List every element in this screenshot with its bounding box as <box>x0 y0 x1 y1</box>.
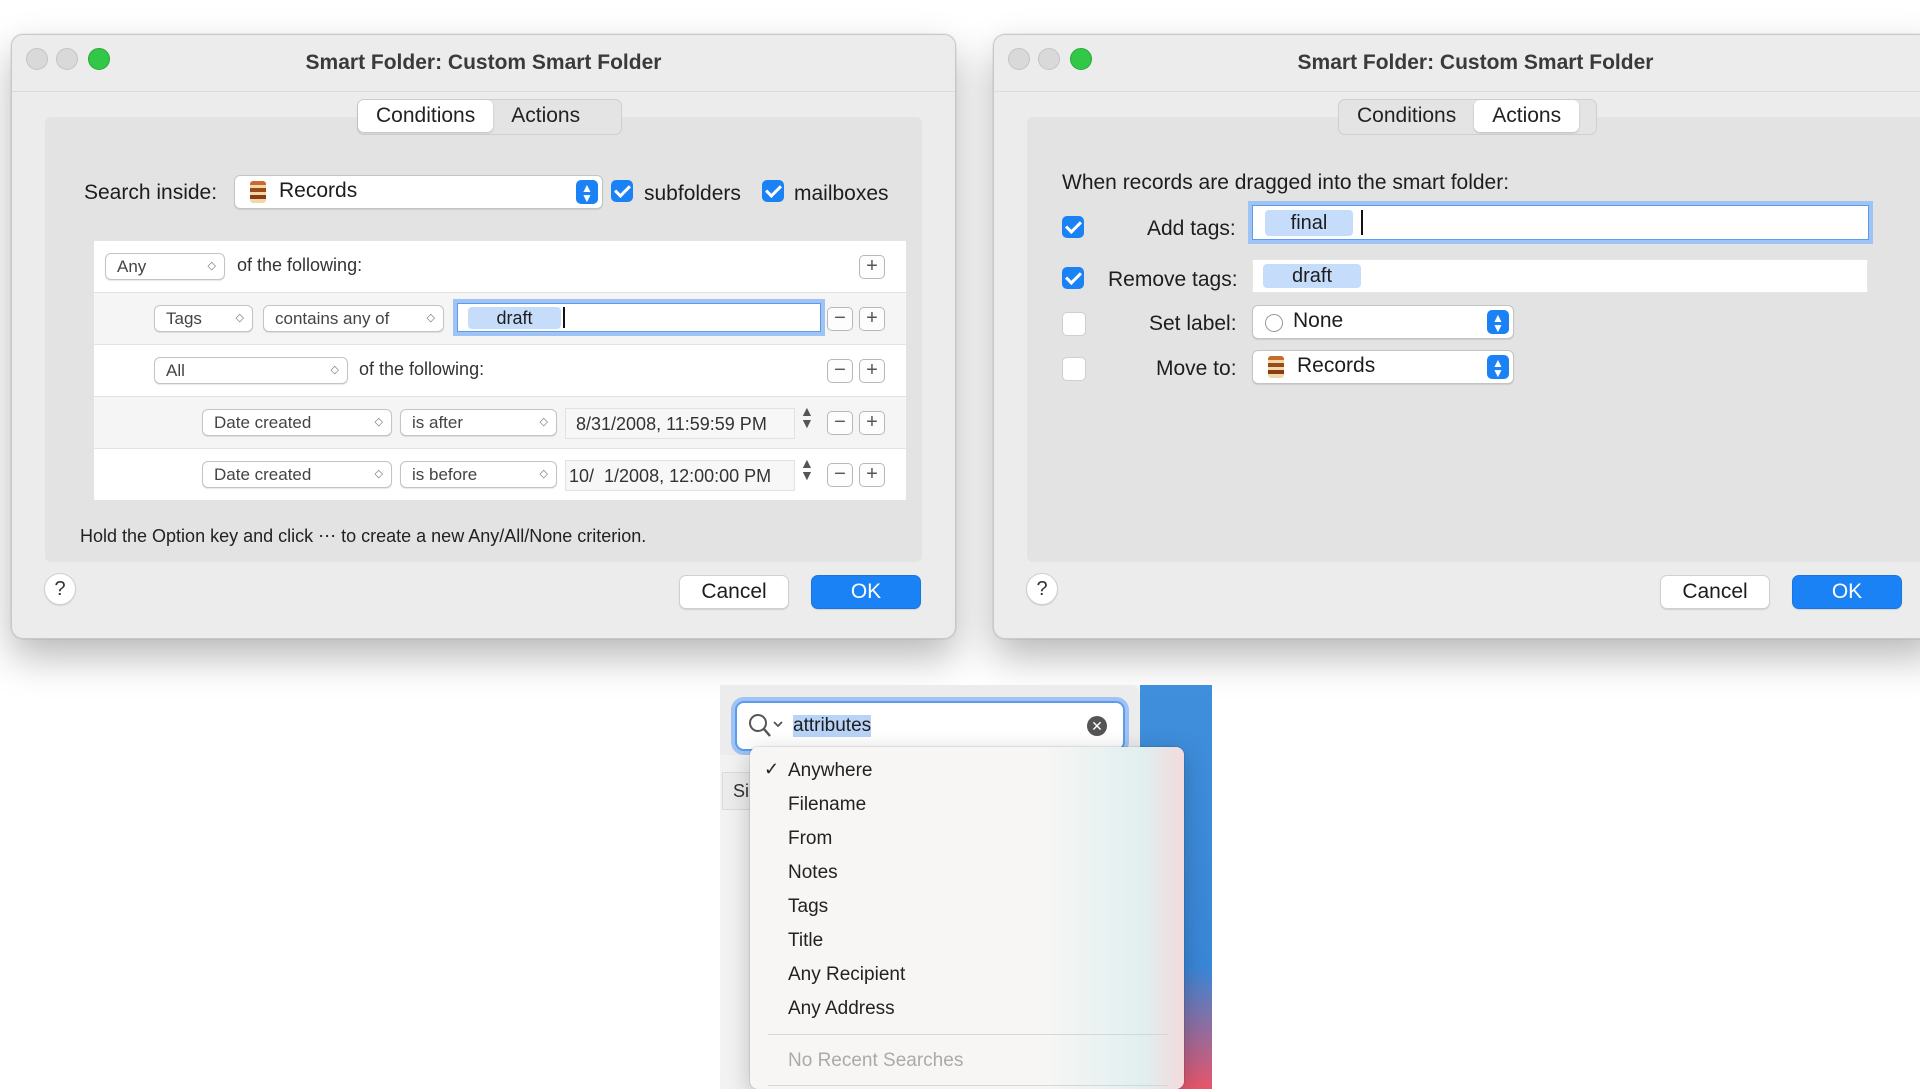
match-popup-any[interactable]: Any ◇ <box>105 253 225 280</box>
menu-item-any-address[interactable]: Any Address <box>788 998 895 1020</box>
set-label-value: None <box>1293 309 1344 332</box>
menu-item-filename[interactable]: Filename <box>788 794 866 816</box>
menu-item-title[interactable]: Title <box>788 930 823 952</box>
subfolders-label: subfolders <box>644 182 741 205</box>
set-label-label: Set label: <box>1149 312 1237 335</box>
menu-divider <box>768 1085 1168 1086</box>
search-icon[interactable] <box>747 712 787 740</box>
tab-switcher: Conditions Actions <box>1338 99 1597 135</box>
add-criterion-button[interactable]: + <box>859 255 885 279</box>
mailboxes-checkbox[interactable] <box>762 180 784 202</box>
tags-field-popup[interactable]: Tags ◇ <box>154 305 253 332</box>
mailboxes-label: mailboxes <box>794 182 889 205</box>
database-icon <box>250 181 266 203</box>
window-title: Smart Folder: Custom Smart Folder <box>305 51 662 74</box>
ok-button[interactable]: OK <box>1792 575 1902 609</box>
remove-criterion-button[interactable]: − <box>827 411 853 435</box>
date-stepper[interactable]: ▲ ▼ <box>800 404 814 430</box>
menu-item-notes[interactable]: Notes <box>788 862 838 884</box>
date-after-field[interactable]: 8/31/2008, 11:59:59 PM <box>565 408 795 439</box>
ok-button[interactable]: OK <box>811 575 921 609</box>
search-query: attributes <box>793 715 872 737</box>
tags-operator-popup[interactable]: contains any of ◇ <box>263 305 444 332</box>
move-to-popup[interactable]: Records ▲ ▼ <box>1252 350 1514 384</box>
move-to-value: Records <box>1297 354 1376 377</box>
add-tags-checkbox[interactable] <box>1062 216 1084 238</box>
of-the-following-label: of the following: <box>359 359 485 379</box>
remove-tags-label: Remove tags: <box>1108 268 1238 291</box>
menu-item-tags[interactable]: Tags <box>788 896 828 918</box>
clear-search-icon[interactable]: ✕ <box>1087 716 1107 736</box>
date-field-popup[interactable]: Date created ◇ <box>202 409 392 436</box>
add-tags-label: Add tags: <box>1147 217 1236 240</box>
set-label-popup[interactable]: None ▲ ▼ <box>1252 305 1514 339</box>
smart-folder-actions-window: Smart Folder: Custom Smart Folder Condit… <box>993 34 1920 639</box>
text-caret <box>1361 210 1363 235</box>
search-scope-menu: ✓ Anywhere Filename From Notes Tags Titl… <box>750 747 1184 1089</box>
text-caret <box>563 307 565 328</box>
search-inside-value: Records <box>279 179 358 202</box>
tab-switcher: Conditions Actions <box>357 99 622 135</box>
help-button[interactable]: ? <box>44 573 76 605</box>
tag-token-draft: draft <box>1263 264 1361 288</box>
chevron-updown-icon: ▲ ▼ <box>576 180 598 204</box>
add-criterion-button[interactable]: + <box>859 411 885 435</box>
checkmark-icon: ✓ <box>764 759 780 779</box>
add-criterion-button[interactable]: + <box>859 463 885 487</box>
menu-item-from[interactable]: From <box>788 828 832 850</box>
tag-token-final: final <box>1265 210 1353 236</box>
date-operator-popup[interactable]: is after ◇ <box>400 409 557 436</box>
actions-intro-text: When records are dragged into the smart … <box>1062 171 1510 194</box>
menu-item-any-recipient[interactable]: Any Recipient <box>788 964 905 986</box>
search-inside-popup[interactable]: Records ▲ ▼ <box>234 175 603 209</box>
menu-item-anywhere[interactable]: Anywhere <box>788 760 873 782</box>
search-field[interactable]: attributes ✕ <box>735 701 1125 751</box>
remove-tags-field[interactable]: draft <box>1252 259 1868 293</box>
database-icon <box>1268 356 1284 378</box>
tab-conditions[interactable]: Conditions <box>358 100 494 132</box>
cancel-button[interactable]: Cancel <box>679 575 789 609</box>
tags-value-field[interactable]: draft <box>457 303 821 332</box>
window-title: Smart Folder: Custom Smart Folder <box>1297 51 1654 74</box>
date-operator-popup[interactable]: is before ◇ <box>400 461 557 488</box>
remove-criterion-button[interactable]: − <box>827 307 853 331</box>
add-criterion-button[interactable]: + <box>859 307 885 331</box>
subfolders-checkbox[interactable] <box>611 180 633 202</box>
move-to-label: Move to: <box>1156 357 1237 380</box>
remove-criterion-button[interactable]: − <box>827 359 853 383</box>
tab-conditions[interactable]: Conditions <box>1339 100 1474 132</box>
cancel-button[interactable]: Cancel <box>1660 575 1770 609</box>
menu-divider <box>768 1034 1168 1035</box>
of-the-following-label: of the following: <box>237 255 363 275</box>
date-before-field[interactable]: 10/ 1/2008, 12:00:00 PM <box>565 460 795 491</box>
chevron-updown-icon: ▲ ▼ <box>1487 310 1509 334</box>
menu-gradient <box>1044 747 1184 1089</box>
circle-icon <box>1265 314 1283 332</box>
search-inside-label: Search inside: <box>84 181 218 204</box>
smart-folder-conditions-window: Smart Folder: Custom Smart Folder Condit… <box>11 34 956 639</box>
remove-criterion-button[interactable]: − <box>827 463 853 487</box>
tag-token-draft: draft <box>468 307 561 329</box>
chevron-updown-icon: ▲ ▼ <box>1487 355 1509 379</box>
criteria-row-date-after: Date created ◇ is after ◇ 8/31/2008, 11:59… <box>94 397 906 449</box>
add-criterion-button[interactable]: + <box>859 359 885 383</box>
no-recent-searches-label: No Recent Searches <box>788 1050 964 1071</box>
add-tags-field[interactable]: final <box>1252 205 1869 240</box>
remove-tags-checkbox[interactable] <box>1062 267 1084 289</box>
criteria-row-tags: Tags ◇ contains any of ◇ draft − + <box>94 293 906 345</box>
tab-actions[interactable]: Actions <box>493 100 598 132</box>
move-to-checkbox[interactable] <box>1062 357 1086 381</box>
help-button[interactable]: ? <box>1026 573 1058 605</box>
date-stepper[interactable]: ▲ ▼ <box>800 456 814 482</box>
criteria-row-all: All ◇ of the following: − + <box>94 345 906 397</box>
criteria-row-date-before: Date created ◇ is before ◇ 10/ 1/2008, 12:… <box>94 449 906 501</box>
option-key-hint: Hold the Option key and click ⋯ to creat… <box>80 526 647 546</box>
set-label-checkbox[interactable] <box>1062 312 1086 336</box>
tab-actions[interactable]: Actions <box>1474 100 1580 132</box>
date-field-popup[interactable]: Date created ◇ <box>202 461 392 488</box>
match-popup-all[interactable]: All ◇ <box>154 357 348 384</box>
criteria-row-any: Any ◇ of the following: + <box>94 241 906 293</box>
